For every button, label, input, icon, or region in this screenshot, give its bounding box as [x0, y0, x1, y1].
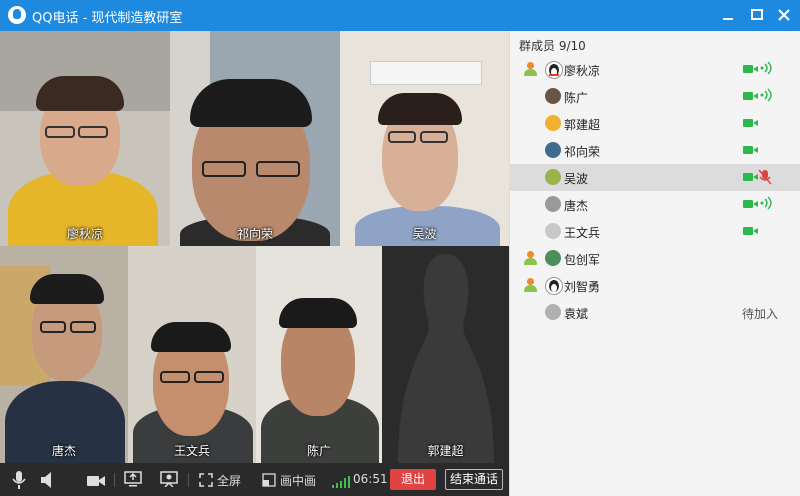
video-tile[interactable]: 吴波: [340, 31, 509, 246]
presentation-icon[interactable]: [160, 471, 178, 491]
camera-on-icon: [743, 65, 758, 73]
maximize-icon[interactable]: [747, 5, 767, 25]
video-tile[interactable]: 唐杰: [0, 246, 128, 463]
divider: [188, 473, 189, 487]
minimize-icon[interactable]: [718, 5, 738, 25]
member-row[interactable]: 陈广: [510, 83, 800, 110]
camera-on-icon: [743, 119, 758, 127]
video-tile[interactable]: 王文兵: [128, 246, 256, 463]
end-call-button[interactable]: 结束通话: [445, 469, 503, 490]
member-row[interactable]: 刘智勇: [510, 272, 800, 299]
camera-on-icon: [743, 227, 758, 235]
user-avatar: [545, 250, 561, 266]
qq-logo-icon: [8, 6, 26, 24]
penguin-avatar-icon: [545, 61, 563, 79]
member-row[interactable]: 廖秋凉: [510, 56, 800, 83]
member-name: 王文兵: [564, 226, 601, 240]
member-name: 郭建超: [564, 118, 601, 132]
member-name: 吴波: [564, 172, 589, 186]
camera-on-icon: [743, 200, 758, 208]
user-avatar: [545, 223, 561, 239]
member-name: 包创军: [564, 253, 601, 267]
video-tile[interactable]: 廖秋凉: [0, 31, 170, 246]
member-row[interactable]: 祁向荣: [510, 137, 800, 164]
member-name: 祁向荣: [564, 145, 601, 159]
member-row[interactable]: 唐杰: [510, 191, 800, 218]
user-avatar: [545, 304, 561, 320]
video-grid: 廖秋凉 祁向荣 吴波 唐杰 王文兵 陈广 郭建超: [0, 31, 509, 463]
camera-on-icon: [743, 92, 758, 100]
microphone-muted-icon: [758, 169, 772, 185]
camera-on-icon: [743, 173, 758, 181]
user-avatar: [545, 169, 561, 185]
camera-on-icon: [743, 146, 758, 154]
screen-share-icon[interactable]: [124, 471, 142, 491]
member-row[interactable]: 郭建超: [510, 110, 800, 137]
title-bar: QQ电话 - 现代制造教研室: [0, 0, 800, 31]
member-name: 唐杰: [564, 199, 589, 213]
member-name: 陈广: [564, 91, 589, 105]
speaking-icon: [760, 88, 774, 102]
members-panel: 群成员 9/10 廖秋凉 陈广 郭建超 祁向荣 吴波 唐杰 王文兵 包创军 刘智…: [509, 31, 800, 496]
video-tile[interactable]: 陈广: [256, 246, 382, 463]
call-control-bar: 全屏 画中画 06:51 退出 结束通话: [0, 463, 509, 496]
camera-icon[interactable]: [87, 473, 105, 492]
close-icon[interactable]: [774, 5, 794, 25]
picture-in-picture-icon[interactable]: [262, 472, 276, 491]
call-duration: 06:51: [353, 472, 388, 486]
member-row[interactable]: 包创军: [510, 245, 800, 272]
avatar-placeholder-icon: [398, 254, 494, 463]
penguin-avatar-icon: [545, 277, 563, 295]
member-name: 刘智勇: [564, 280, 601, 294]
member-row[interactable]: 袁斌 待加入: [510, 299, 800, 326]
video-name-label: 郭建超: [427, 444, 464, 458]
host-icon: [523, 251, 537, 265]
divider: [114, 473, 115, 487]
host-icon: [523, 278, 537, 292]
speaking-icon: [760, 61, 774, 75]
signal-strength-icon: [332, 473, 350, 492]
member-name: 袁斌: [564, 307, 589, 321]
video-name-label: 王文兵: [173, 444, 210, 458]
user-avatar: [545, 115, 561, 131]
video-name-label: 陈广: [306, 444, 331, 458]
picture-in-picture-label[interactable]: 画中画: [280, 472, 316, 489]
fullscreen-label[interactable]: 全屏: [217, 472, 241, 489]
exit-button[interactable]: 退出: [390, 469, 436, 490]
video-name-label: 廖秋凉: [66, 227, 103, 241]
video-name-label: 吴波: [412, 227, 437, 241]
member-name: 廖秋凉: [564, 64, 601, 78]
speaker-icon[interactable]: [40, 471, 54, 493]
speaking-icon: [760, 196, 774, 210]
microphone-icon[interactable]: [12, 470, 26, 494]
window-title: QQ电话 - 现代制造教研室: [32, 11, 183, 26]
fullscreen-icon[interactable]: [199, 472, 213, 491]
member-row[interactable]: 王文兵: [510, 218, 800, 245]
member-status: 待加入: [742, 307, 779, 321]
host-icon: [523, 62, 537, 76]
user-avatar: [545, 88, 561, 104]
video-name-label: 唐杰: [51, 444, 76, 458]
members-count-title: 群成员 9/10: [519, 39, 586, 53]
user-avatar: [545, 142, 561, 158]
video-tile[interactable]: 祁向荣: [170, 31, 340, 246]
video-tile[interactable]: 郭建超: [382, 246, 509, 463]
member-row[interactable]: 吴波: [510, 164, 800, 191]
video-name-label: 祁向荣: [236, 227, 273, 241]
user-avatar: [545, 196, 561, 212]
